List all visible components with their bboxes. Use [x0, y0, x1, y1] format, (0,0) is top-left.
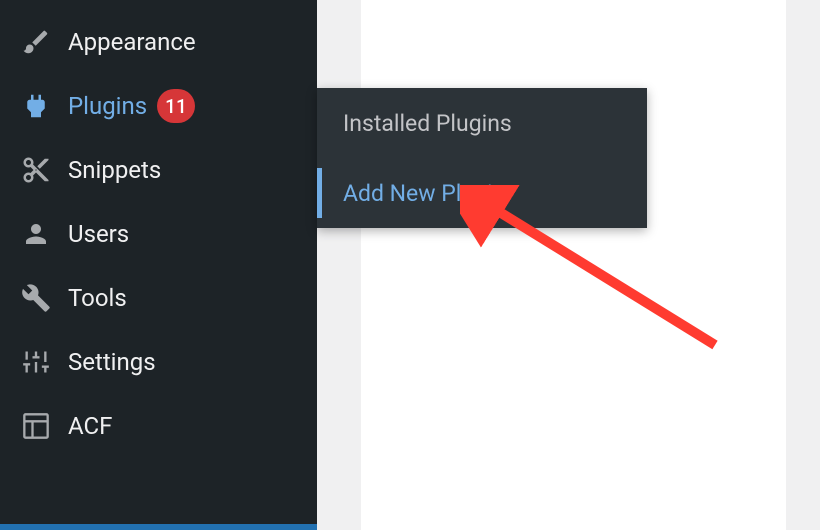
- sidebar-item-settings[interactable]: Settings: [0, 330, 317, 394]
- submenu-item-label: Installed Plugins: [343, 110, 512, 137]
- sidebar-item-label: Plugins: [68, 92, 147, 120]
- sidebar-bottom-accent: [0, 524, 317, 530]
- wrench-icon: [18, 280, 54, 316]
- sidebar-item-label: Snippets: [68, 156, 161, 184]
- sidebar-item-acf[interactable]: ACF: [0, 394, 317, 458]
- sidebar-item-label: Users: [68, 220, 129, 248]
- sidebar-item-plugins[interactable]: Plugins 11: [0, 74, 317, 138]
- content-panel: [361, 0, 786, 530]
- sidebar-item-users[interactable]: Users: [0, 202, 317, 266]
- sidebar-item-label: Appearance: [68, 28, 196, 56]
- sidebar-item-label: Settings: [68, 348, 156, 376]
- sidebar-item-label: ACF: [68, 412, 112, 440]
- sidebar-item-tools[interactable]: Tools: [0, 266, 317, 330]
- scissors-icon: [18, 152, 54, 188]
- plug-icon: [18, 88, 54, 124]
- submenu-item-label: Add New Plugin: [343, 180, 505, 207]
- sidebar-item-label: Tools: [68, 284, 127, 312]
- grid-icon: [18, 408, 54, 444]
- submenu-item-installed-plugins[interactable]: Installed Plugins: [317, 88, 647, 158]
- sidebar-item-appearance[interactable]: Appearance: [0, 10, 317, 74]
- main-content-area: [317, 0, 820, 530]
- sidebar-item-snippets[interactable]: Snippets: [0, 138, 317, 202]
- sliders-icon: [18, 344, 54, 380]
- submenu-item-add-new-plugin[interactable]: Add New Plugin: [317, 158, 647, 228]
- update-count-badge: 11: [157, 89, 195, 123]
- user-icon: [18, 216, 54, 252]
- brush-icon: [18, 24, 54, 60]
- plugins-submenu-flyout: Installed Plugins Add New Plugin: [317, 88, 647, 228]
- admin-sidebar: Appearance Plugins 11 Snippets Users: [0, 0, 317, 530]
